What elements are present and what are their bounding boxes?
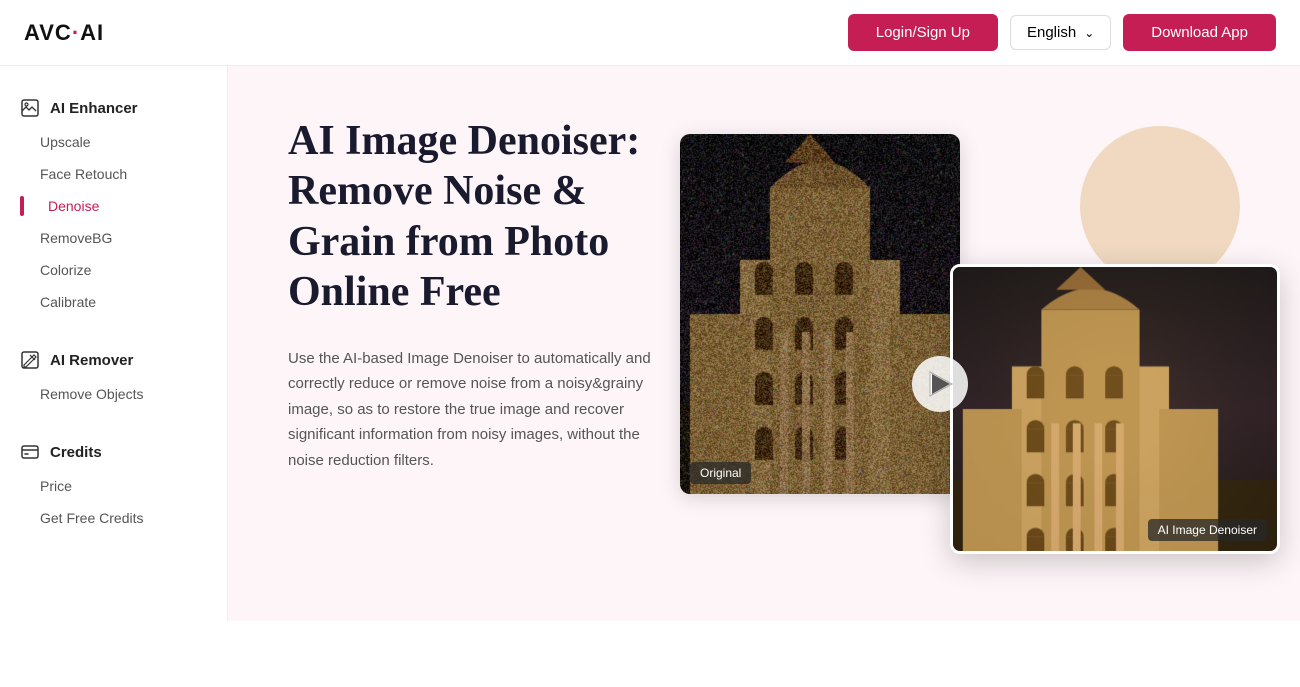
sidebar-section-ai-enhancer: AI Enhancer Upscale Face Retouch Denoise… [0,90,227,318]
original-label: Original [690,462,751,484]
layout: AI Enhancer Upscale Face Retouch Denoise… [0,66,1300,621]
content-right: Original AI Image Denoiser [660,66,1300,621]
sidebar-section-title-ai-remover: AI Remover [0,342,227,378]
sidebar-section-ai-remover: AI Remover Remove Objects [0,342,227,410]
sidebar-section-title-ai-enhancer: AI Enhancer [0,90,227,126]
ai-remover-items: Remove Objects [0,378,227,410]
chevron-down-icon: ⌄ [1084,26,1094,40]
header-right: Login/Sign Up English ⌄ Download App [848,14,1276,51]
ai-enhancer-items: Upscale Face Retouch Denoise RemoveBG Co… [0,126,227,318]
credits-icon [20,442,40,462]
sidebar-section-credits: Credits Price Get Free Credits [0,434,227,534]
denoised-image: AI Image Denoiser [950,264,1280,554]
credits-items: Price Get Free Credits [0,470,227,534]
content-left: AI Image Denoiser: Remove Noise & Grain … [288,106,668,473]
sidebar: AI Enhancer Upscale Face Retouch Denoise… [0,66,228,621]
sidebar-item-face-retouch[interactable]: Face Retouch [0,158,227,190]
page-title: AI Image Denoiser: Remove Noise & Grain … [288,116,668,318]
credits-title: Credits [50,444,102,461]
arrow-overlay [910,354,970,414]
original-image: Original [680,134,960,494]
sidebar-item-denoise[interactable]: Denoise [0,190,227,222]
sidebar-item-colorize[interactable]: Colorize [0,254,227,286]
sidebar-item-removebg[interactable]: RemoveBG [0,222,227,254]
image-icon [20,98,40,118]
eraser-icon [20,350,40,370]
login-button[interactable]: Login/Sign Up [848,14,998,51]
header: AVC·AI Login/Sign Up English ⌄ Download … [0,0,1300,66]
noisy-canvas [680,134,960,494]
ai-enhancer-title: AI Enhancer [50,100,138,117]
transition-arrow [910,354,970,414]
sidebar-section-title-credits: Credits [0,434,227,470]
sidebar-item-get-free-credits[interactable]: Get Free Credits [0,502,227,534]
sidebar-item-price[interactable]: Price [0,470,227,502]
ai-remover-title: AI Remover [50,352,133,369]
denoised-label: AI Image Denoiser [1148,519,1267,541]
sidebar-item-upscale[interactable]: Upscale [0,126,227,158]
page-description: Use the AI-based Image Denoiser to autom… [288,346,668,474]
language-label: English [1027,24,1076,41]
main-content: AI Image Denoiser: Remove Noise & Grain … [228,66,1300,621]
logo: AVC·AI [24,20,104,46]
sidebar-item-calibrate[interactable]: Calibrate [0,286,227,318]
clean-canvas [953,267,1277,551]
sidebar-item-remove-objects[interactable]: Remove Objects [0,378,227,410]
language-selector[interactable]: English ⌄ [1010,15,1111,50]
image-container: Original AI Image Denoiser [680,134,1280,554]
download-app-button[interactable]: Download App [1123,14,1276,51]
